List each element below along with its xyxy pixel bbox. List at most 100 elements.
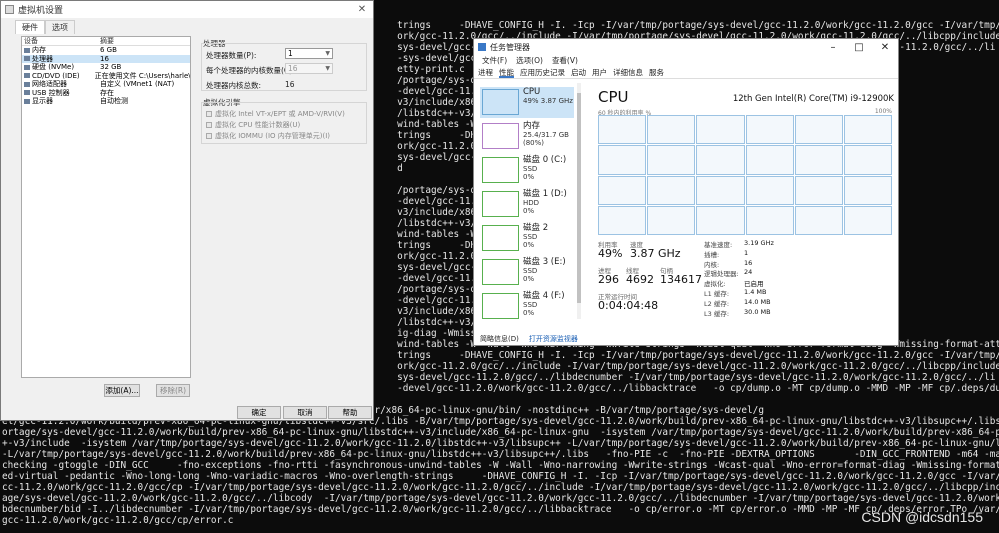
cores-select[interactable]: 16 ▼ (285, 63, 333, 74)
tm-title: 任务管理器 (490, 42, 530, 52)
device-icon (24, 64, 30, 70)
minimize-icon[interactable]: – (820, 42, 846, 53)
menu-view[interactable]: 查看(V) (552, 55, 578, 67)
tab-app-history[interactable]: 应用历史记录 (520, 67, 565, 78)
device-icon (24, 81, 30, 87)
chevron-down-icon: ▼ (325, 50, 330, 57)
terminal-line: cc-11.2.0/work/gcc-11.2.0/gcc/cp -I/var/… (2, 482, 999, 493)
perf-card-line1: SSD (523, 165, 538, 173)
logical-cpu-graph (745, 175, 794, 205)
menu-file[interactable]: 文件(F) (482, 55, 507, 67)
cores-label: 每个处理器的内核数量(C): (206, 66, 295, 75)
perf-card[interactable]: 内存 25.4/31.7 GB (80%) (480, 121, 574, 152)
vm-title: 虚拟机设置 (18, 6, 64, 16)
maximize-icon[interactable]: □ (846, 42, 872, 53)
perf-thumbnail (482, 123, 519, 149)
processes-value: 296 (598, 273, 619, 286)
logical-cpu-graph (696, 175, 745, 205)
logical-cpu-graph (745, 145, 794, 175)
tab-startup[interactable]: 启动 (571, 67, 586, 78)
close-icon[interactable]: ✕ (872, 42, 898, 53)
logical-cpu-graph (696, 205, 745, 235)
perf-thumbnail (482, 157, 519, 183)
spec-value: 1.4 MB (744, 288, 767, 296)
virt-iommu-checkbox[interactable]: 虚拟化 IOMMU (IO 内存管理单元)(I) (206, 131, 330, 141)
tab-details[interactable]: 详细信息 (613, 67, 643, 78)
logical-cpu-graph (647, 205, 696, 235)
fewer-details-link[interactable]: 简略信息(D) (480, 334, 519, 344)
device-summary: 6 GB (100, 46, 117, 54)
perf-card-name: 磁盘 3 (E:) (523, 257, 566, 267)
logical-cpu-graph (843, 205, 892, 235)
perf-card[interactable]: 磁盘 1 (D:) HDD 0% (480, 189, 574, 220)
logical-cpu-graph (598, 115, 647, 145)
device-icon (24, 56, 30, 62)
remove-device-button[interactable]: 移除(R) (156, 384, 190, 397)
tab-processes[interactable]: 进程 (478, 67, 493, 78)
tab-options[interactable]: 选项 (45, 20, 75, 34)
logical-cpu-graph (598, 175, 647, 205)
perf-thumbnail (482, 225, 519, 251)
device-name: CD/DVD (IDE) (24, 72, 95, 81)
tab-hardware[interactable]: 硬件 (15, 20, 45, 34)
spec-value: 3.19 GHz (744, 239, 774, 247)
terminal-line: ortage/sys-devel/gcc-11.2.0/work/build/p… (2, 427, 999, 438)
add-device-button[interactable]: 添加(A)... (104, 384, 140, 397)
spec-label: 逻辑处理器: (704, 270, 739, 279)
cpu-count-label: 处理器数量(P): (206, 51, 257, 60)
device-row[interactable]: USB 控制器 存在 (22, 89, 190, 98)
util-max: 100% (874, 108, 892, 115)
tab-services[interactable]: 服务 (649, 67, 664, 78)
device-row[interactable]: 处理器 16 (22, 54, 190, 63)
device-name: 硬盘 (NVMe) (24, 63, 100, 72)
close-icon[interactable]: ✕ (351, 4, 373, 15)
device-summary: 自定义 (VMnet1 (NAT) (100, 80, 175, 88)
logical-cpu-graph (843, 145, 892, 175)
spec-value: 14.0 MB (744, 297, 771, 306)
spec-label: 插槽: (704, 250, 720, 259)
resource-monitor-link[interactable]: 打开资源监视器 (529, 334, 578, 344)
logical-cpu-graph (647, 115, 696, 145)
virt-vtx-checkbox[interactable]: 虚拟化 Intel VT-x/EPT 或 AMD-V/RVI(V) (206, 109, 345, 119)
tab-users[interactable]: 用户 (592, 67, 607, 78)
cancel-button[interactable]: 取消 (283, 406, 327, 419)
help-button[interactable]: 帮助 (328, 406, 372, 419)
logical-cpu-graph (696, 115, 745, 145)
spec-label: 内核: (704, 260, 720, 269)
cpu-count-select[interactable]: 1 ▼ (285, 48, 333, 59)
perf-card-name: 磁盘 2 (523, 223, 549, 233)
device-row[interactable]: 硬盘 (NVMe) 32 GB (22, 63, 190, 72)
device-row[interactable]: CD/DVD (IDE) 正在使用文件 C:\Users\harle\... (22, 72, 190, 81)
perf-card-line2: 0% (523, 241, 535, 249)
terminal-line: -L/var/tmp/portage/sys-devel/gcc-11.2.0/… (2, 449, 999, 460)
perf-card[interactable]: 磁盘 4 (F:) SSD 0% (480, 291, 574, 322)
device-row[interactable]: 显示器 自动检测 (22, 97, 190, 106)
virt-perfcounter-checkbox[interactable]: 虚拟化 CPU 性能计数器(U) (206, 120, 300, 130)
device-row[interactable]: 网络适配器 自定义 (VMnet1 (NAT) (22, 80, 190, 89)
terminal-line: +-v3/include -isystem /var/tmp/portage/s… (2, 438, 999, 449)
sidebar-scrollbar[interactable] (577, 83, 581, 319)
terminal-line: ed-virtual -pedantic -Wno-long-long -Wno… (2, 471, 999, 482)
perf-card[interactable]: 磁盘 2 SSD 0% (480, 223, 574, 254)
device-list[interactable]: 设备 摘要 内存 6 GB 处理器 16 硬盘 (NVMe) 32 GB CD/DVD (I… (21, 36, 191, 378)
ok-button[interactable]: 确定 (237, 406, 281, 419)
perf-card[interactable]: 磁盘 3 (E:) SSD 0% (480, 257, 574, 288)
cores-value: 16 (288, 64, 298, 73)
total-cores-label: 处理器内核总数: (206, 81, 262, 90)
perf-card[interactable]: 磁盘 0 (C:) SSD 0% (480, 155, 574, 186)
logical-cpu-graph (745, 205, 794, 235)
terminal-line: bdecnumber/bid -I../libdecnumber -I/var/… (2, 504, 999, 515)
spec-label: L3 缓存: (704, 309, 730, 318)
spec-value: 16 (744, 258, 753, 267)
perf-card-line2: 0% (523, 309, 535, 317)
tab-performance[interactable]: 性能 (499, 67, 514, 78)
vm-titlebar: 虚拟机设置 ✕ (1, 1, 373, 18)
perf-card[interactable]: CPU 49% 3.87 GHz (480, 87, 574, 118)
terminal-line: checking -gtoggle -DIN_GCC -fno-exceptio… (2, 460, 999, 471)
menu-options[interactable]: 选项(O) (516, 55, 543, 67)
logical-cpu-graph (598, 145, 647, 175)
logical-cpu-graph (598, 205, 647, 235)
device-row[interactable]: 内存 6 GB (22, 46, 190, 55)
tm-footer: 简略信息(D) 打开资源监视器 (480, 334, 578, 344)
threads-value: 4692 (626, 273, 654, 286)
